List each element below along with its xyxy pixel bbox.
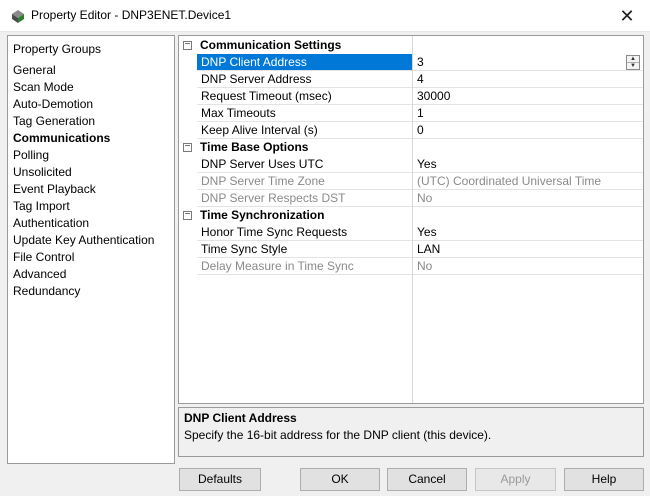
category-communication-settings[interactable]: − Communication Settings bbox=[179, 37, 643, 54]
group-item-unsolicited[interactable]: Unsolicited bbox=[13, 165, 154, 182]
defaults-button[interactable]: Defaults bbox=[179, 468, 261, 491]
property-groups-header: Property Groups bbox=[13, 42, 102, 56]
window-title: Property Editor - DNP3ENET.Device1 bbox=[31, 8, 232, 22]
group-item-update-key-authentication[interactable]: Update Key Authentication bbox=[13, 233, 154, 250]
property-row-dnp-server-time-zone: DNP Server Time Zone (UTC) Coordinated U… bbox=[179, 173, 643, 190]
collapse-icon[interactable]: − bbox=[183, 210, 192, 220]
collapse-icon[interactable]: − bbox=[183, 142, 192, 152]
close-icon: ✕ bbox=[619, 5, 635, 26]
property-grid: − Communication Settings DNP Client Addr… bbox=[178, 35, 644, 404]
property-value[interactable]: Yes bbox=[413, 156, 643, 173]
property-name[interactable]: DNP Client Address bbox=[197, 54, 412, 71]
help-button[interactable]: Help bbox=[564, 468, 644, 491]
property-value[interactable]: 4 bbox=[413, 71, 643, 88]
cancel-button[interactable]: Cancel bbox=[387, 468, 467, 491]
property-value: (UTC) Coordinated Universal Time bbox=[413, 173, 643, 190]
collapse-icon[interactable]: − bbox=[183, 40, 192, 50]
property-value[interactable]: 30000 bbox=[413, 88, 643, 105]
group-item-polling[interactable]: Polling bbox=[13, 148, 154, 165]
dnp-client-address-value[interactable]: 3 bbox=[417, 55, 424, 69]
property-groups-list: General Scan Mode Auto-Demotion Tag Gene… bbox=[13, 63, 154, 301]
spin-down-icon[interactable]: ▼ bbox=[627, 63, 639, 69]
group-item-event-playback[interactable]: Event Playback bbox=[13, 182, 154, 199]
category-label: Communication Settings bbox=[200, 38, 342, 52]
category-label: Time Base Options bbox=[200, 140, 309, 154]
category-time-synchronization[interactable]: − Time Synchronization bbox=[179, 207, 643, 224]
property-row-dnp-server-address[interactable]: DNP Server Address 4 bbox=[179, 71, 643, 88]
property-name[interactable]: Max Timeouts bbox=[197, 105, 412, 122]
group-item-tag-import[interactable]: Tag Import bbox=[13, 199, 154, 216]
category-time-base-options[interactable]: − Time Base Options bbox=[179, 139, 643, 156]
close-button[interactable]: ✕ bbox=[604, 0, 650, 32]
app-icon bbox=[12, 10, 24, 23]
property-value[interactable]: 0 bbox=[413, 122, 643, 139]
property-row-max-timeouts[interactable]: Max Timeouts 1 bbox=[179, 105, 643, 122]
property-value[interactable]: 1 bbox=[413, 105, 643, 122]
property-row-request-timeout[interactable]: Request Timeout (msec) 30000 bbox=[179, 88, 643, 105]
property-row-dnp-server-respects-dst: DNP Server Respects DST No bbox=[179, 190, 643, 207]
property-value[interactable]: LAN bbox=[413, 241, 643, 258]
apply-button: Apply bbox=[475, 468, 556, 491]
property-name[interactable]: Request Timeout (msec) bbox=[197, 88, 412, 105]
property-name: DNP Server Respects DST bbox=[197, 190, 412, 207]
property-name: DNP Server Time Zone bbox=[197, 173, 412, 190]
property-value: No bbox=[413, 258, 643, 275]
title-bar: Property Editor - DNP3ENET.Device1 ✕ bbox=[0, 0, 650, 32]
group-item-general[interactable]: General bbox=[13, 63, 154, 80]
help-title: DNP Client Address bbox=[184, 411, 297, 425]
group-item-file-control[interactable]: File Control bbox=[13, 250, 154, 267]
property-value: No bbox=[413, 190, 643, 207]
property-name[interactable]: Time Sync Style bbox=[197, 241, 412, 258]
property-name[interactable]: Honor Time Sync Requests bbox=[197, 224, 412, 241]
property-row-dnp-server-uses-utc[interactable]: DNP Server Uses UTC Yes bbox=[179, 156, 643, 173]
property-value[interactable]: 3 ▲ ▼ bbox=[413, 54, 643, 71]
property-row-delay-measure-in-time-sync: Delay Measure in Time Sync No bbox=[179, 258, 643, 275]
help-description: Specify the 16-bit address for the DNP c… bbox=[184, 428, 492, 442]
property-name[interactable]: DNP Server Uses UTC bbox=[197, 156, 412, 173]
property-row-dnp-client-address[interactable]: DNP Client Address 3 ▲ ▼ bbox=[179, 54, 643, 71]
property-help-panel: DNP Client Address Specify the 16-bit ad… bbox=[178, 407, 644, 457]
group-item-tag-generation[interactable]: Tag Generation bbox=[13, 114, 154, 131]
ok-button[interactable]: OK bbox=[300, 468, 380, 491]
group-item-communications[interactable]: Communications bbox=[13, 131, 154, 148]
property-groups-pane: Property Groups General Scan Mode Auto-D… bbox=[7, 35, 175, 464]
property-name: Delay Measure in Time Sync bbox=[197, 258, 412, 275]
property-value[interactable]: Yes bbox=[413, 224, 643, 241]
group-item-redundancy[interactable]: Redundancy bbox=[13, 284, 154, 301]
spin-up-icon[interactable]: ▲ bbox=[627, 56, 639, 63]
property-row-time-sync-style[interactable]: Time Sync Style LAN bbox=[179, 241, 643, 258]
property-row-keep-alive-interval[interactable]: Keep Alive Interval (s) 0 bbox=[179, 122, 643, 139]
category-label: Time Synchronization bbox=[200, 208, 325, 222]
group-item-authentication[interactable]: Authentication bbox=[13, 216, 154, 233]
property-row-honor-time-sync-requests[interactable]: Honor Time Sync Requests Yes bbox=[179, 224, 643, 241]
property-name[interactable]: DNP Server Address bbox=[197, 71, 412, 88]
group-item-scan-mode[interactable]: Scan Mode bbox=[13, 80, 154, 97]
value-spinner[interactable]: ▲ ▼ bbox=[626, 55, 640, 70]
group-item-auto-demotion[interactable]: Auto-Demotion bbox=[13, 97, 154, 114]
property-name[interactable]: Keep Alive Interval (s) bbox=[197, 122, 412, 139]
group-item-advanced[interactable]: Advanced bbox=[13, 267, 154, 284]
